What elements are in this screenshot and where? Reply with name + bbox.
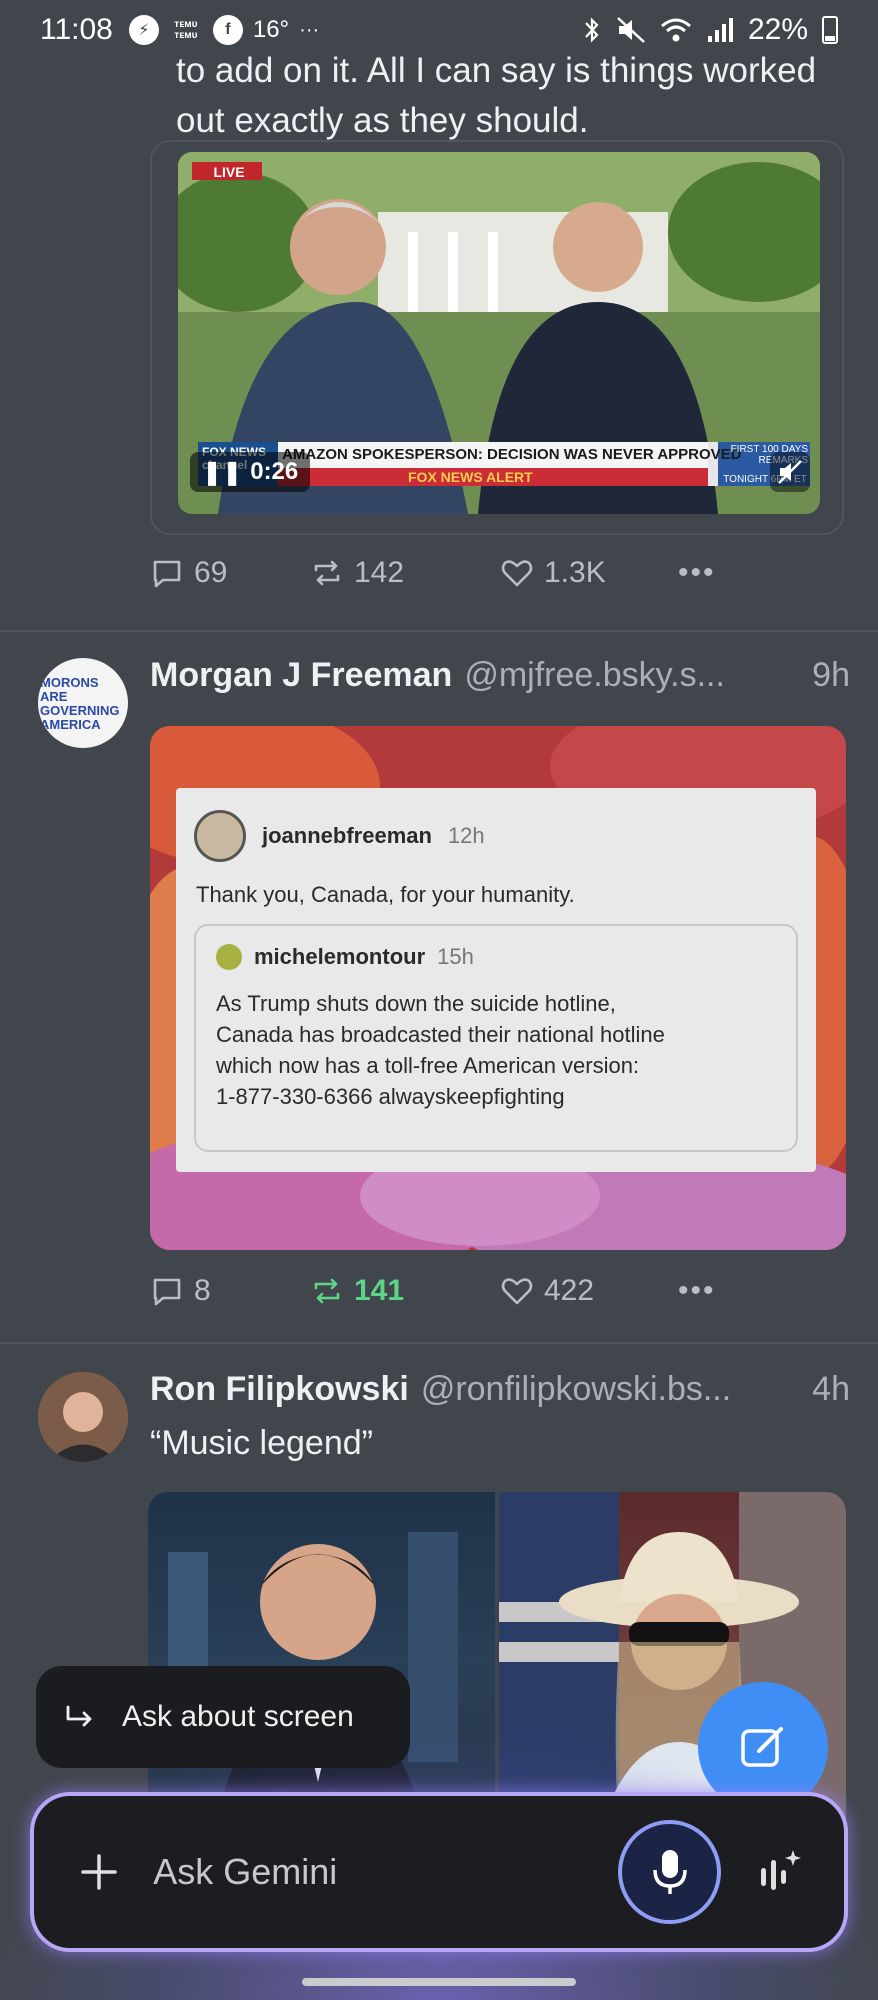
video-embed[interactable]: LIVE AMAZON SPOKESPERSON: DECISION WAS N… [150, 140, 844, 535]
video-time-overlay[interactable]: ❚❚ 0:26 [190, 452, 311, 492]
reply-count: 69 [194, 556, 228, 589]
repost-icon [314, 560, 340, 586]
edit-icon [741, 1727, 783, 1767]
gemini-live-button[interactable] [755, 1847, 804, 1897]
reply-count: 8 [194, 1274, 211, 1307]
post-header: Ron Filipkowski @ronfilipkowski.bs... 4h [150, 1370, 850, 1409]
post-header: Morgan J Freeman @mjfree.bsky.s... 9h [150, 656, 850, 695]
heart-icon [501, 1278, 533, 1305]
video-timestamp: 0:26 [250, 458, 299, 485]
embed-quote: michelemontour 15h As Trump shuts down t… [194, 924, 798, 1152]
author-name[interactable]: Ron Filipkowski [150, 1370, 409, 1409]
author-handle[interactable]: @mjfree.bsky.s... [464, 656, 725, 695]
messenger-icon: ⚡ [128, 15, 159, 45]
quote-username: michelemontour [254, 944, 426, 969]
battery-icon [822, 16, 838, 44]
add-button[interactable] [74, 1847, 123, 1897]
avatar-text: MORONS ARE GOVERNING AMERICA [40, 675, 120, 732]
temperature: 16° [252, 16, 290, 43]
divider [0, 1342, 878, 1344]
post-time: 4h [812, 1370, 850, 1408]
post-text: “Music legend” [150, 1424, 373, 1462]
like-count: 1.3K [544, 556, 606, 589]
embed-time: 12h [447, 823, 485, 848]
more-options-icon[interactable]: ••• [678, 1274, 716, 1308]
battery-percent: 22% [747, 13, 808, 46]
repost-count: 142 [354, 556, 405, 589]
bluetooth-icon [585, 17, 599, 43]
avatar [194, 810, 246, 862]
gemini-input-bar [30, 1792, 848, 1952]
like-count: 422 [544, 1274, 595, 1307]
microphone-button[interactable] [618, 1820, 721, 1924]
repost-count: 141 [354, 1274, 405, 1307]
post-image[interactable]: joannebfreeman 12h Thank you, Canada, fo… [150, 726, 846, 1250]
post1-actions: 69 142 1.3K ••• [150, 556, 716, 590]
clock: 11:08 [40, 13, 113, 46]
gemini-live-icon [761, 1850, 802, 1890]
ask-about-screen-button[interactable]: Ask about screen [36, 1666, 410, 1768]
quote-time: 15h [437, 944, 474, 969]
mute-icon [617, 17, 645, 43]
embedded-screenshot: joannebfreeman 12h Thank you, Canada, fo… [176, 788, 816, 1172]
embed-text: Thank you, Canada, for your humanity. [196, 882, 575, 907]
mute-video-icon[interactable] [770, 452, 810, 492]
quote-text: As Trump shuts down the suicide hotline,… [216, 991, 665, 1109]
post2-actions: 8 141 422 ••• [150, 1274, 716, 1308]
live-badge: LIVE [213, 164, 245, 180]
temu-icon: ᴛᴇᴍᴜ ᴛᴇᴍᴜ [174, 19, 198, 41]
microphone-icon [652, 1850, 687, 1894]
video-thumbnail[interactable]: LIVE AMAZON SPOKESPERSON: DECISION WAS N… [178, 152, 820, 514]
home-indicator[interactable] [302, 1978, 576, 1986]
author-handle[interactable]: @ronfilipkowski.bs... [421, 1370, 731, 1409]
repost-button[interactable]: 142 [310, 556, 500, 590]
reply-button[interactable]: 69 [150, 556, 310, 590]
signal-icon [707, 18, 733, 42]
like-button[interactable]: 1.3K [500, 556, 678, 590]
post-time: 9h [812, 656, 850, 694]
video-ticker: FOX NEWS ALERT [408, 469, 533, 485]
ask-about-screen-label: Ask about screen [122, 1700, 354, 1733]
reply-icon [153, 560, 181, 588]
heart-icon [501, 560, 533, 587]
repost-button[interactable]: 141 [310, 1274, 500, 1308]
divider [0, 630, 878, 632]
plus-icon [80, 1854, 117, 1890]
more-options-icon[interactable]: ••• [678, 556, 716, 590]
pause-icon[interactable]: ❚❚ [202, 458, 242, 487]
ask-gemini-input[interactable] [153, 1851, 619, 1893]
reply-button[interactable]: 8 [150, 1274, 310, 1308]
video-headline: AMAZON SPOKESPERSON: DECISION WAS NEVER … [282, 446, 742, 463]
author-name[interactable]: Morgan J Freeman [150, 656, 452, 695]
like-button[interactable]: 422 [500, 1274, 678, 1308]
repost-icon [314, 1278, 340, 1304]
avatar [216, 944, 242, 970]
share-arrow-icon [66, 1705, 92, 1727]
embed-username: joannebfreeman [262, 823, 432, 848]
post-text: to add on it. All I can say is things wo… [176, 51, 817, 140]
wifi-icon [660, 18, 691, 42]
more-notifications-icon: ··· [299, 18, 320, 41]
facebook-icon: f [212, 15, 243, 45]
reply-icon [153, 1278, 181, 1306]
avatar[interactable]: MORONS ARE GOVERNING AMERICA [38, 658, 128, 748]
avatar[interactable] [38, 1372, 128, 1462]
